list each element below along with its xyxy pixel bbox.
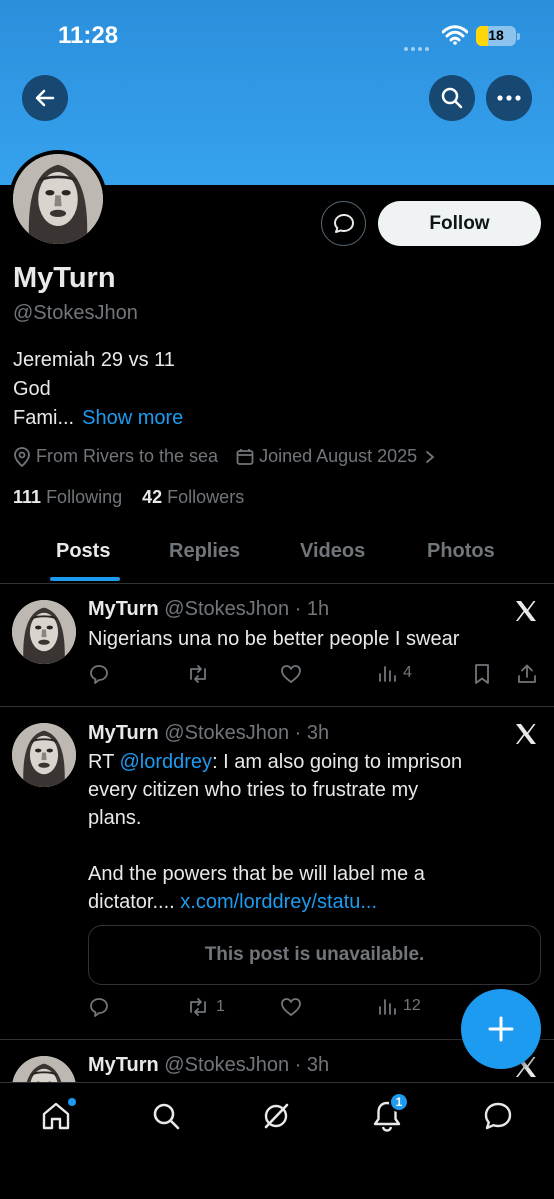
tab-replies[interactable]: Replies	[169, 540, 240, 563]
bookmark-icon	[475, 664, 489, 684]
post-author-name[interactable]: MyTurn	[88, 722, 159, 744]
tab-photos[interactable]: Photos	[427, 540, 495, 563]
mention-link[interactable]: @lorddrey	[120, 751, 213, 773]
search-icon	[441, 87, 463, 109]
profile-avatar[interactable]	[9, 150, 107, 248]
status-bar: 11:28 18	[0, 0, 554, 60]
arrow-left-icon	[35, 89, 55, 107]
notifications-badge: 1	[389, 1092, 409, 1112]
tab-videos[interactable]: Videos	[300, 540, 365, 563]
reply-button[interactable]	[88, 663, 116, 685]
repost-icon	[190, 998, 206, 1016]
following-link[interactable]: 111 Following	[13, 487, 122, 507]
post-header: MyTurn @StokesJhon · 3h	[88, 722, 329, 745]
post-actions: 4	[88, 663, 540, 689]
repost-button[interactable]	[186, 663, 216, 685]
post-header: MyTurn @StokesJhon · 1h	[88, 598, 329, 621]
show-more-link[interactable]: Show more	[82, 407, 183, 429]
heart-icon	[281, 998, 301, 1017]
follow-counts: 111 Following 42 Followers	[13, 487, 244, 508]
bio-line: God	[13, 378, 51, 400]
profile-location: From Rivers to the sea	[36, 446, 219, 466]
profile-meta: From Rivers to the sea Joined August 202…	[13, 446, 442, 467]
active-tab-indicator	[50, 577, 120, 581]
post-author-meta: @StokesJhon · 3h	[164, 722, 330, 744]
plus-icon	[488, 1016, 514, 1042]
heart-icon	[281, 665, 301, 684]
post-url-link[interactable]: x.com/lorddrey/statu...	[180, 891, 377, 913]
reply-icon	[90, 998, 108, 1017]
follow-button[interactable]: Follow	[378, 201, 541, 246]
post-avatar[interactable]	[12, 600, 76, 664]
post-author-meta: @StokesJhon · 3h	[164, 1054, 330, 1076]
status-time: 11:28	[58, 22, 119, 49]
repost-icon	[190, 665, 206, 683]
compose-post-button[interactable]	[461, 989, 541, 1069]
bar-chart-icon	[379, 999, 396, 1015]
home-unread-dot	[68, 1098, 76, 1106]
tab-posts[interactable]: Posts	[56, 540, 110, 563]
views-count: 12	[403, 997, 421, 1014]
nav-grok[interactable]	[258, 1098, 294, 1134]
x-logo-icon[interactable]	[514, 599, 538, 623]
nav-search[interactable]	[148, 1098, 184, 1134]
unavailable-quote-card: This post is unavailable.	[88, 925, 541, 985]
profile-joined: Joined August 2025	[259, 446, 418, 466]
more-dots-icon	[497, 95, 521, 101]
location-pin-icon	[14, 446, 30, 467]
x-logo-icon[interactable]	[514, 722, 538, 746]
views-count: 4	[403, 664, 412, 681]
views-button[interactable]: 12	[377, 996, 421, 1016]
chevron-right-icon[interactable]	[423, 450, 437, 464]
share-icon	[518, 664, 536, 683]
bio-line: Jeremiah 29 vs 11	[13, 349, 175, 371]
nav-notifications[interactable]: 1	[369, 1092, 409, 1134]
nav-home[interactable]	[38, 1098, 76, 1134]
profile-tabs: Posts Replies Videos Photos	[0, 530, 554, 584]
reply-icon	[90, 665, 108, 684]
message-bubble-icon	[333, 213, 354, 233]
post-author-meta: @StokesJhon · 1h	[164, 598, 330, 620]
bio-line-truncated: Fami... Show more	[13, 407, 183, 430]
like-button[interactable]	[280, 996, 308, 1018]
reply-button[interactable]	[88, 996, 116, 1018]
more-options-button[interactable]	[486, 75, 532, 121]
bookmark-button[interactable]	[472, 663, 498, 685]
post-header: MyTurn @StokesJhon · 3h	[88, 1054, 329, 1077]
message-bubble-icon	[484, 1102, 512, 1130]
repost-button[interactable]: 1	[186, 996, 225, 1018]
post-text: RT @lorddrey: I am also going to impriso…	[88, 751, 463, 913]
bar-chart-icon	[379, 666, 396, 682]
post-item[interactable]: MyTurn @StokesJhon · 1h Nigerians una no…	[0, 585, 554, 707]
bio-line: Fami...	[13, 407, 75, 429]
post-author-name[interactable]: MyTurn	[88, 598, 159, 620]
bottom-navigation: 1	[0, 1082, 554, 1199]
battery-icon: 18	[476, 26, 520, 46]
back-button[interactable]	[22, 75, 68, 121]
signal-dots-icon	[404, 38, 434, 51]
followers-link[interactable]: 42 Followers	[142, 487, 244, 507]
avatar-image	[13, 154, 103, 244]
calendar-icon	[236, 448, 254, 465]
grok-icon	[264, 1103, 289, 1129]
search-icon	[153, 1103, 180, 1130]
repost-count: 1	[216, 998, 225, 1015]
battery-level: 18	[488, 27, 504, 43]
avatar-image	[12, 600, 76, 664]
avatar-image	[12, 723, 76, 787]
like-button[interactable]	[280, 663, 308, 685]
search-button[interactable]	[429, 75, 475, 121]
profile-handle: @StokesJhon	[13, 302, 138, 324]
wifi-icon	[442, 25, 468, 45]
nav-messages[interactable]	[480, 1098, 516, 1134]
post-item[interactable]: MyTurn @StokesJhon · 3h RT @lorddrey: I …	[0, 708, 554, 1040]
post-text: Nigerians una no be better people I swea…	[88, 628, 460, 650]
profile-name: MyTurn	[13, 262, 116, 294]
post-author-name[interactable]: MyTurn	[88, 1054, 159, 1076]
share-button[interactable]	[516, 663, 544, 685]
message-button[interactable]	[321, 201, 366, 246]
views-button[interactable]: 4	[377, 663, 412, 683]
home-icon	[42, 1102, 70, 1130]
post-avatar[interactable]	[12, 723, 76, 787]
